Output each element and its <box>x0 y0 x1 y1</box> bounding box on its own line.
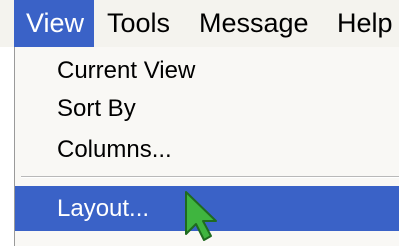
menu-item-sort-by[interactable]: Sort By <box>15 89 399 129</box>
menu-message[interactable]: Message <box>199 0 309 47</box>
arrow-pointer-icon <box>185 191 217 241</box>
menu-separator <box>21 176 399 178</box>
menu-item-columns[interactable]: Columns... <box>15 130 399 170</box>
menu-help[interactable]: Help <box>337 0 393 47</box>
menu-item-label: Current View <box>57 57 196 84</box>
menu-bar: View Tools Message Help <box>0 0 399 47</box>
menu-item-current-view[interactable]: Current View <box>15 51 399 91</box>
menu-item-label: Layout... <box>57 195 150 222</box>
menu-item-label: Columns... <box>57 136 172 163</box>
menu-item-label: Sort By <box>57 95 136 122</box>
menu-view[interactable]: View <box>14 0 95 47</box>
menu-tools[interactable]: Tools <box>107 0 170 47</box>
